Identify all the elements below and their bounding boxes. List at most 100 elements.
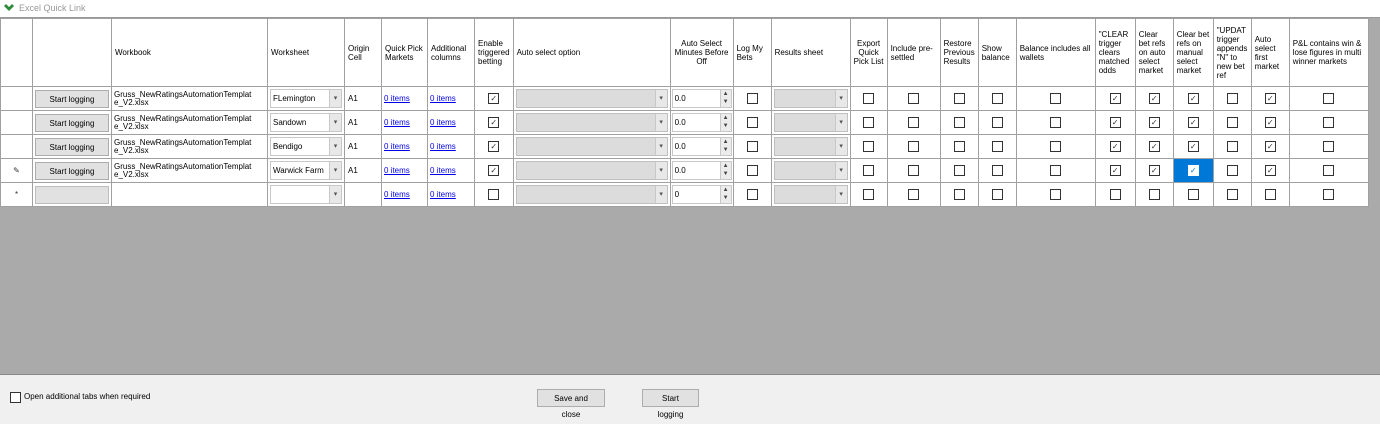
chevron-down-icon[interactable]: ▾ <box>329 186 341 203</box>
minutes-spinner[interactable]: 0.0 ▲ ▼ <box>671 113 732 132</box>
minutes-spinner[interactable]: 0.0 ▲ ▼ <box>671 161 732 180</box>
log-my-bets-cell[interactable] <box>732 182 772 207</box>
balance-all-wallets-header[interactable]: Balance includes all wallets <box>1015 18 1096 87</box>
quick-pick-markets-cell[interactable]: 0 items <box>381 86 428 111</box>
start-logging-button[interactable]: Start logging <box>35 137 109 156</box>
results-sheet-cell[interactable]: ▾ <box>770 158 851 183</box>
log-my-bets-checkbox[interactable] <box>746 165 758 176</box>
origin-cell[interactable]: A1 <box>344 110 382 135</box>
quick-pick-markets-link[interactable]: 0 items <box>383 118 410 127</box>
auto-select-first-cell[interactable]: ✓ <box>1250 134 1290 159</box>
auto-select-first-cell[interactable] <box>1250 182 1290 207</box>
additional-columns-link[interactable]: 0 items <box>429 190 456 199</box>
clear-refs-auto-cell[interactable]: ✓ <box>1134 134 1174 159</box>
workbook-cell[interactable]: Gruss_NewRatingsAutomationTemplat e_V2.x… <box>111 134 268 159</box>
button-cell[interactable]: Start logging <box>32 86 112 111</box>
origin-cell-header[interactable]: Origin Cell <box>344 18 382 87</box>
auto-select-option-dropdown[interactable]: ▾ <box>515 161 668 180</box>
include-presettled-checkbox[interactable] <box>908 117 920 128</box>
update-trigger-checkbox[interactable] <box>1226 117 1238 128</box>
results-sheet-dropdown[interactable]: ▾ <box>773 113 848 132</box>
auto-select-first-checkbox[interactable]: ✓ <box>1264 165 1276 176</box>
auto-select-option-dropdown[interactable]: ▾ <box>515 137 668 156</box>
clear-refs-auto-cell[interactable]: ✓ <box>1134 86 1174 111</box>
update-trigger-cell[interactable] <box>1212 134 1252 159</box>
log-my-bets-checkbox[interactable] <box>746 93 758 104</box>
chevron-down-icon[interactable]: ▾ <box>654 138 667 155</box>
start-logging-button[interactable]: Start logging <box>35 113 109 132</box>
pl-multi-winner-cell[interactable] <box>1288 182 1369 207</box>
additional-columns-cell[interactable]: 0 items <box>427 158 475 183</box>
export-quick-pick-checkbox[interactable] <box>863 117 875 128</box>
log-my-bets-checkbox[interactable] <box>746 141 758 152</box>
include-presettled-checkbox[interactable] <box>908 93 920 104</box>
empty-button[interactable] <box>35 185 109 204</box>
worksheet-dropdown[interactable]: Sandown ▾ <box>270 113 342 132</box>
clear-trigger-cell[interactable]: ✓ <box>1094 134 1136 159</box>
export-quick-pick-checkbox[interactable] <box>863 93 875 104</box>
clear-refs-auto-cell[interactable]: ✓ <box>1134 110 1174 135</box>
log-my-bets-cell[interactable] <box>732 86 772 111</box>
restore-previous-results-header[interactable]: Restore Previous Results <box>939 18 979 87</box>
log-my-bets-checkbox[interactable] <box>746 117 758 128</box>
origin-cell[interactable] <box>344 182 382 207</box>
include-presettled-cell[interactable] <box>886 158 941 183</box>
include-presettled-checkbox[interactable] <box>908 141 920 152</box>
show-balance-cell[interactable] <box>977 182 1017 207</box>
enable-triggered-betting-cell[interactable]: ✓ <box>474 86 514 111</box>
origin-cell[interactable]: A1 <box>344 86 382 111</box>
worksheet-dropdown[interactable]: FLemington ▾ <box>270 89 342 108</box>
additional-columns-cell[interactable]: 0 items <box>427 134 475 159</box>
spinner-arrows-icon[interactable]: ▲ ▼ <box>719 138 731 155</box>
enable-triggered-betting-cell[interactable]: ✓ <box>474 158 514 183</box>
start-logging-footer-button[interactable]: Start logging <box>642 389 699 419</box>
results-sheet-cell[interactable]: ▾ <box>770 110 851 135</box>
clear-refs-auto-cell[interactable]: ✓ <box>1134 158 1174 183</box>
minutes-spinner[interactable]: 0.0 ▲ ▼ <box>671 137 732 156</box>
include-presettled-cell[interactable] <box>886 182 941 207</box>
enable-triggered-betting-cell[interactable] <box>474 182 514 207</box>
auto-select-option-cell[interactable]: ▾ <box>512 110 671 135</box>
additional-columns-header[interactable]: Additional columns <box>427 18 475 87</box>
auto-select-first-cell[interactable]: ✓ <box>1250 86 1290 111</box>
update-trigger-cell[interactable] <box>1212 158 1252 183</box>
additional-columns-cell[interactable]: 0 items <box>427 182 475 207</box>
clear-refs-manual-checkbox[interactable]: ✓ <box>1187 141 1199 152</box>
enable-triggered-betting-checkbox[interactable]: ✓ <box>488 93 500 104</box>
pl-multi-winner-checkbox[interactable] <box>1323 117 1335 128</box>
export-quick-pick-checkbox[interactable] <box>863 189 875 200</box>
worksheet-cell[interactable]: Bendigo ▾ <box>267 134 345 159</box>
show-balance-checkbox[interactable] <box>991 189 1003 200</box>
auto-select-minutes-cell[interactable]: 0 ▲ ▼ <box>669 182 734 207</box>
button-cell[interactable] <box>32 182 112 207</box>
clear-refs-auto-checkbox[interactable]: ✓ <box>1148 93 1160 104</box>
chevron-down-icon[interactable]: ▾ <box>654 162 667 179</box>
balance-all-wallets-checkbox[interactable] <box>1050 141 1062 152</box>
chevron-down-icon[interactable]: ▾ <box>654 90 667 107</box>
balance-all-wallets-checkbox[interactable] <box>1050 117 1062 128</box>
button-cell[interactable]: Start logging <box>32 158 112 183</box>
results-sheet-dropdown[interactable]: ▾ <box>773 185 848 204</box>
table-row[interactable]: Start logging Gruss_NewRatingsAutomationT… <box>0 134 1369 159</box>
clear-refs-auto-header[interactable]: Clear bet refs on auto select market <box>1134 18 1174 87</box>
balance-all-wallets-cell[interactable] <box>1015 110 1096 135</box>
pl-multi-winner-cell[interactable] <box>1288 110 1369 135</box>
clear-refs-manual-checkbox[interactable]: ✓ <box>1187 165 1199 176</box>
update-trigger-cell[interactable] <box>1212 182 1252 207</box>
auto-select-option-header[interactable]: Auto select option <box>512 18 671 87</box>
button-cell[interactable]: Start logging <box>32 134 112 159</box>
clear-refs-manual-header[interactable]: Clear bet refs on manual select market <box>1172 18 1214 87</box>
row-header[interactable] <box>0 18 33 87</box>
auto-select-option-cell[interactable]: ▾ <box>512 134 671 159</box>
start-logging-button[interactable]: Start logging <box>35 89 109 108</box>
table-row[interactable]: Start logging Gruss_NewRatingsAutomationT… <box>0 110 1369 135</box>
worksheet-cell[interactable]: Warwick Farm ▾ <box>267 158 345 183</box>
restore-previous-results-cell[interactable] <box>939 182 979 207</box>
chevron-down-icon[interactable]: ▾ <box>329 90 341 107</box>
show-balance-checkbox[interactable] <box>991 93 1003 104</box>
worksheet-header[interactable]: Worksheet <box>267 18 345 87</box>
log-my-bets-header[interactable]: Log My Bets <box>732 18 772 87</box>
additional-columns-cell[interactable]: 0 items <box>427 110 475 135</box>
worksheet-cell[interactable]: ▾ <box>267 182 345 207</box>
show-balance-header[interactable]: Show balance <box>977 18 1017 87</box>
